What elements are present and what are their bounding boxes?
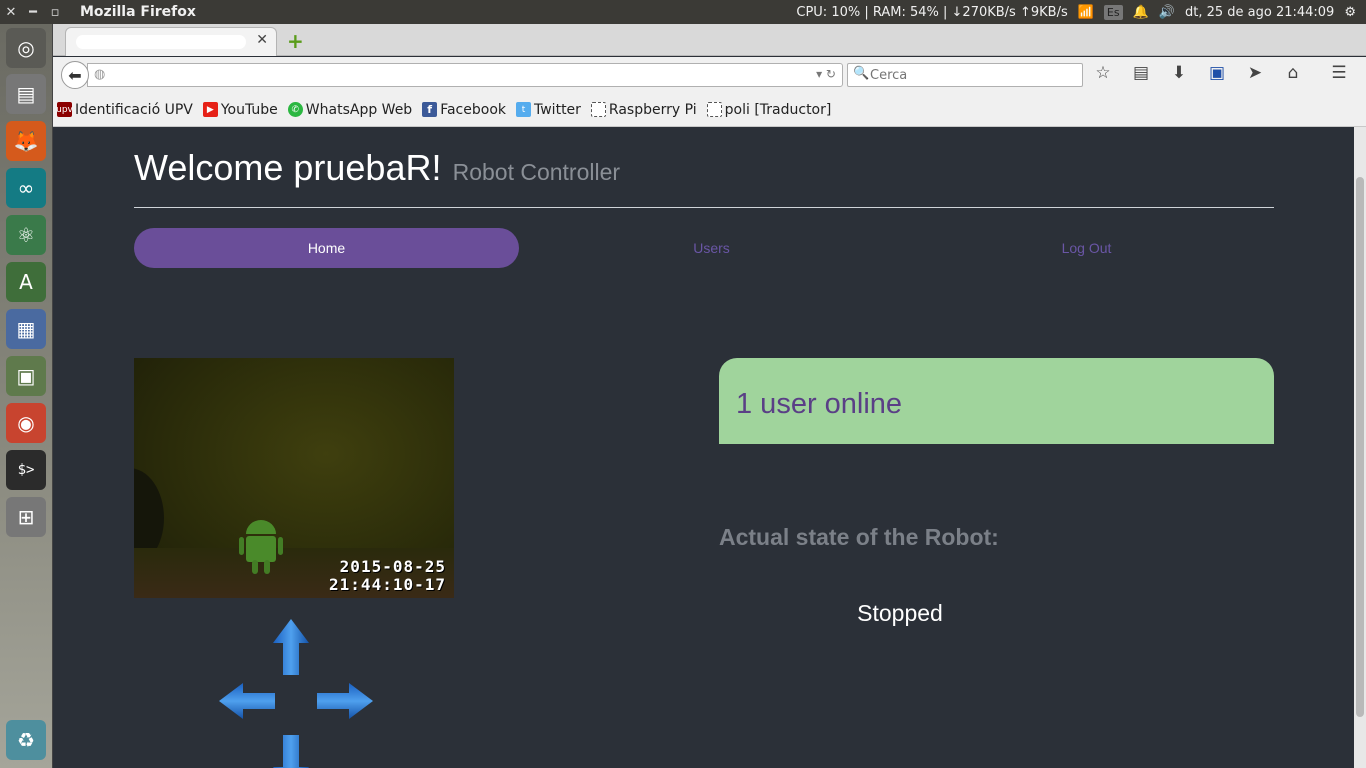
android-figure	[239, 520, 283, 574]
trash-icon[interactable]: ♻	[6, 720, 46, 760]
url-text[interactable]	[112, 69, 272, 82]
back-button[interactable]: ⬅	[61, 61, 89, 89]
camera-time: 21:44:10-17	[329, 575, 446, 594]
whatsapp-icon: ✆	[287, 102, 303, 117]
bookmark-upv[interactable]: upv Identificació UPV	[56, 101, 193, 118]
bookmark-label: poli [Traductor]	[724, 101, 832, 118]
camera-feed: 2015-08-25 21:44:10-17	[134, 358, 454, 598]
system-stats: CPU: 10% | RAM: 54% | ↓270KB/s ↑9KB/s	[796, 4, 1068, 20]
save-icon[interactable]: ▣	[1207, 63, 1227, 83]
menu-icon[interactable]: ☰	[1329, 63, 1349, 83]
camera-date: 2015-08-25	[339, 557, 446, 576]
robot-state-value: Stopped	[857, 600, 943, 626]
bookmark-label: Raspberry Pi	[608, 101, 697, 118]
online-users-panel: 1 user online	[719, 358, 1274, 444]
upv-icon: upv	[56, 102, 73, 117]
bookmarks-bar: upv Identificació UPV ▶ YouTube ✆ WhatsA…	[53, 93, 1366, 127]
notification-bell-icon[interactable]: 🔔	[1133, 5, 1149, 20]
reading-list-icon[interactable]: ▤	[1131, 63, 1151, 83]
search-icon: 🔍	[853, 66, 870, 81]
page-icon	[590, 102, 606, 117]
close-window-button[interactable]: ✕	[0, 0, 22, 24]
bookmark-facebook[interactable]: f Facebook	[422, 102, 506, 118]
nav-log-out[interactable]: Log Out	[894, 228, 1279, 268]
system-top-bar: ✕ ━ ▫ Mozilla Firefox CPU: 10% | RAM: 54…	[0, 0, 1366, 24]
atom-icon[interactable]: ⚛	[6, 215, 46, 255]
files-icon[interactable]: ▤	[6, 74, 46, 114]
arrow-left-icon[interactable]	[219, 683, 275, 719]
page-icon	[706, 102, 722, 117]
reload-icon[interactable]: ▾ ↻	[816, 67, 836, 81]
window-title: Mozilla Firefox	[80, 4, 196, 20]
browser-tab[interactable]: ✕	[65, 27, 277, 56]
bookmark-youtube[interactable]: ▶ YouTube	[202, 101, 278, 118]
system-tray: CPU: 10% | RAM: 54% | ↓270KB/s ↑9KB/s 📶 …	[796, 0, 1366, 24]
bookmark-label: Identificació UPV	[75, 101, 193, 118]
tab-title	[76, 35, 246, 49]
bookmark-poli-traductor[interactable]: poli [Traductor]	[706, 101, 832, 118]
bookmark-label: WhatsApp Web	[305, 101, 413, 118]
download-icon[interactable]: ⬇	[1169, 63, 1189, 83]
volume-icon[interactable]: 🔊	[1159, 5, 1175, 20]
workspace-switcher-icon[interactable]: ⊞	[6, 497, 46, 537]
settings-gear-icon[interactable]: ⚙	[1344, 5, 1356, 20]
page-header: Welcome pruebaR! Robot Controller	[134, 147, 1274, 208]
bookmark-label: Facebook	[440, 101, 506, 118]
maximize-window-button[interactable]: ▫	[44, 0, 66, 24]
youtube-icon: ▶	[202, 102, 218, 117]
home-icon[interactable]: ⌂	[1283, 63, 1303, 83]
unity-launcher: ◎ ▤ 🦊 ∞ ⚛ A ▦ ▣ ◉ $> ⊞ ♻	[0, 24, 53, 768]
twitter-icon: t	[516, 102, 531, 117]
nav-home[interactable]: Home	[134, 228, 519, 268]
bookmark-whatsapp[interactable]: ✆ WhatsApp Web	[287, 101, 413, 118]
robot-state-label: Actual state of the Robot:	[719, 524, 999, 550]
arduino-icon[interactable]: ∞	[6, 168, 46, 208]
libreoffice-writer-icon[interactable]: ▦	[6, 309, 46, 349]
bookmark-twitter[interactable]: t Twitter	[516, 102, 581, 118]
new-tab-icon[interactable]: +	[287, 29, 304, 53]
keyboard-layout-indicator[interactable]: Es	[1103, 4, 1123, 20]
android-studio-icon[interactable]: A	[6, 262, 46, 302]
browser-tab-bar: ✕ +	[53, 24, 1366, 56]
page-subtitle: Robot Controller	[452, 159, 621, 185]
datetime[interactable]: dt, 25 de ago 21:44:09	[1185, 5, 1334, 20]
arrow-down-icon[interactable]	[273, 735, 309, 768]
send-icon[interactable]: ➤	[1245, 63, 1265, 83]
wifi-icon[interactable]: 📶	[1078, 5, 1094, 20]
bookmark-raspberry-pi[interactable]: Raspberry Pi	[590, 101, 697, 118]
ubuntu-dash-icon[interactable]: ◎	[6, 28, 46, 68]
toolbar-icons: ☆ ▤ ⬇ ▣ ➤ ⌂ ☰	[1093, 63, 1349, 83]
url-bar[interactable]: ◍ ▾ ↻	[87, 63, 843, 87]
arrow-right-icon[interactable]	[317, 683, 373, 719]
scrollbar-thumb[interactable]	[1356, 177, 1364, 717]
camera-timestamp: 2015-08-25 21:44:10-17	[329, 558, 446, 594]
search-input[interactable]	[870, 66, 1070, 84]
page-title: Welcome pruebaR!	[134, 147, 442, 188]
firefox-icon[interactable]: 🦊	[6, 121, 46, 161]
direction-controls	[213, 619, 373, 768]
web-page: Welcome pruebaR! Robot Controller Home U…	[53, 127, 1354, 768]
page-scrollbar[interactable]	[1354, 127, 1366, 768]
search-bar[interactable]: 🔍	[847, 63, 1083, 87]
online-users-count: 1 user online	[736, 388, 903, 420]
browser-nav-bar: ◍ ▾ ↻ ⬅ 🔍 ☆ ▤ ⬇ ▣ ➤ ⌂ ☰	[53, 57, 1366, 93]
close-tab-icon[interactable]: ✕	[256, 32, 268, 48]
bookmark-label: YouTube	[220, 101, 278, 118]
nav-users[interactable]: Users	[519, 228, 904, 268]
bookmark-label: Twitter	[534, 101, 581, 118]
globe-icon: ◍	[94, 67, 106, 82]
chrome-icon[interactable]: ◉	[6, 403, 46, 443]
minimize-window-button[interactable]: ━	[22, 0, 44, 24]
bookmark-star-icon[interactable]: ☆	[1093, 63, 1113, 83]
main-nav: Home Users Log Out	[134, 228, 1274, 268]
terminal-icon[interactable]: $>	[6, 450, 46, 490]
facebook-icon: f	[422, 102, 438, 117]
arrow-up-icon[interactable]	[273, 619, 309, 675]
app-icon[interactable]: ▣	[6, 356, 46, 396]
